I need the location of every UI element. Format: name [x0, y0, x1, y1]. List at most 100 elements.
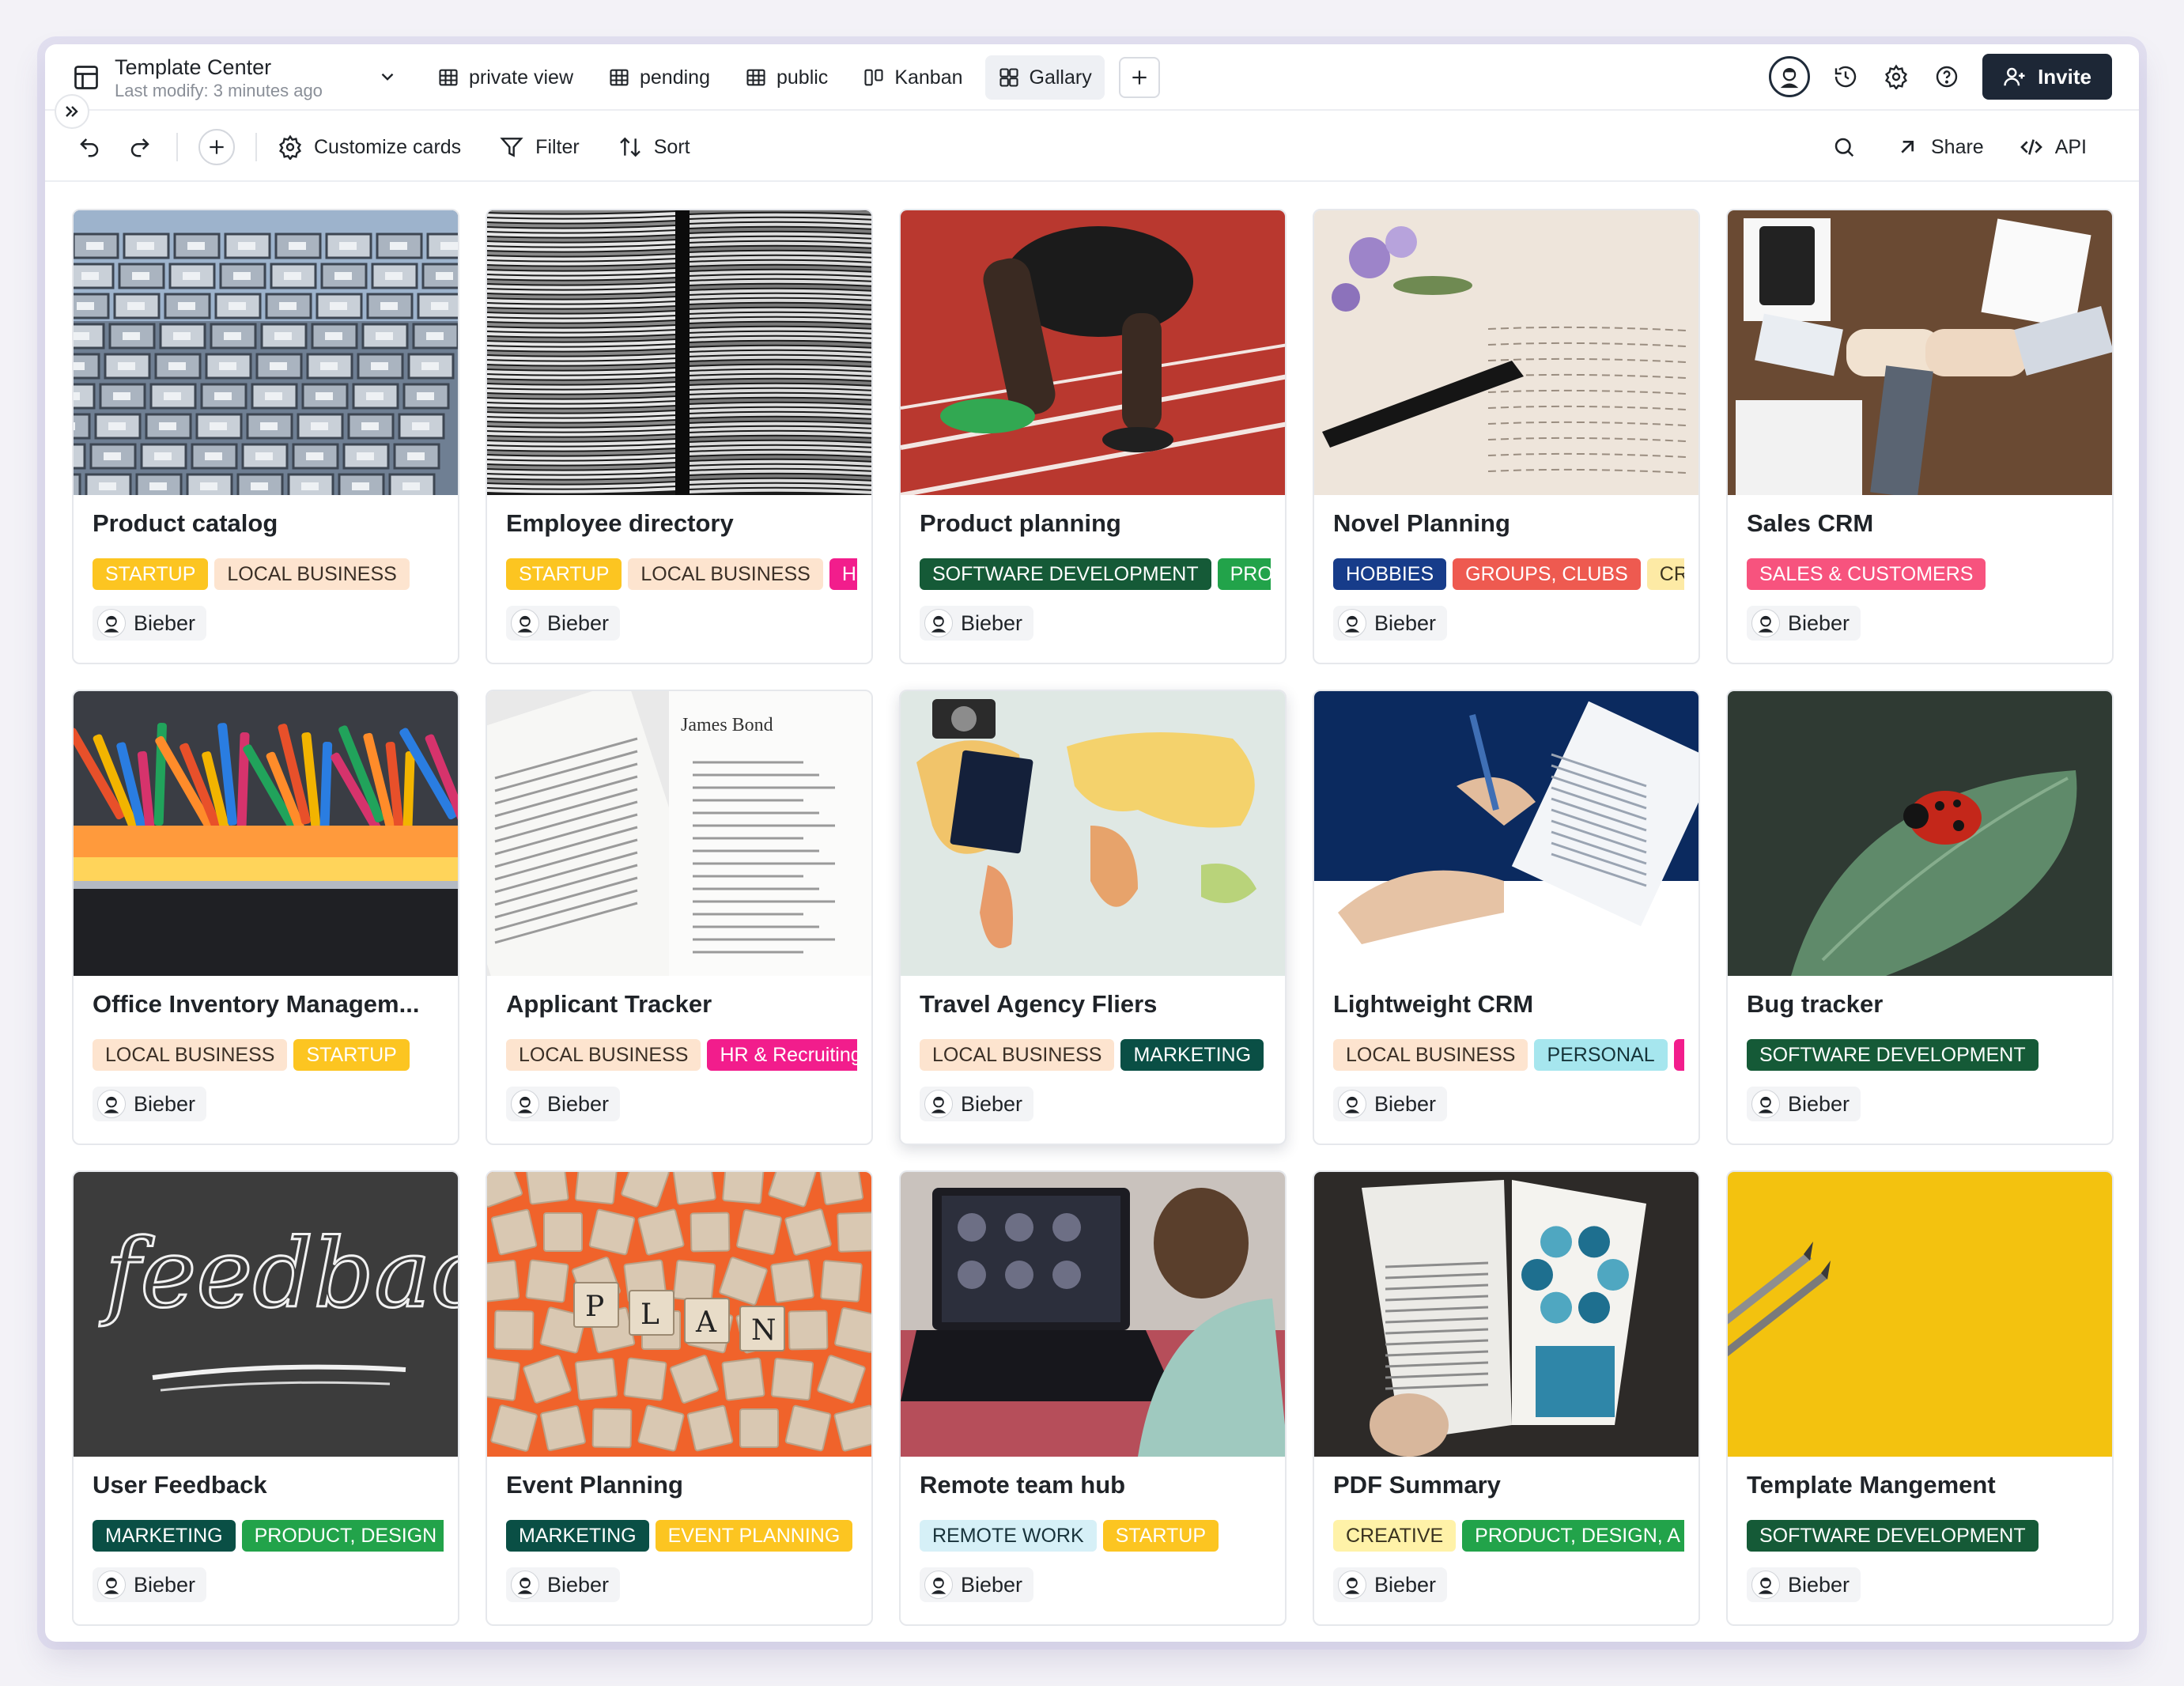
user-face-icon: [1758, 1096, 1774, 1113]
share-button[interactable]: Share: [1895, 134, 1984, 160]
owner-name: Bieber: [134, 1572, 196, 1597]
filter-button[interactable]: Filter: [499, 134, 580, 160]
chevron-down-icon[interactable]: [377, 66, 398, 87]
gallery-card[interactable]: James Bond Applicant Tracker LOCAL BUSINES…: [486, 690, 873, 1145]
owner-chip: Bieber: [1333, 1567, 1448, 1602]
card-tags: REMOTE WORK STARTUP: [920, 1520, 1271, 1552]
tag-badge: HOBBIES: [1333, 558, 1447, 590]
sort-button[interactable]: Sort: [618, 134, 690, 160]
tab-label: public: [776, 66, 829, 89]
tab-public[interactable]: public: [732, 55, 841, 100]
tag-badge: STARTUP: [506, 558, 622, 590]
avatar: [511, 1571, 539, 1599]
tab-gallery[interactable]: Gallary: [984, 55, 1105, 100]
user-face-icon: [1758, 1577, 1774, 1594]
owner-chip: Bieber: [93, 1087, 207, 1121]
tag-badge: PRODUCT, DESIGN: [241, 1520, 444, 1552]
gallery-card[interactable]: Lightweight CRM LOCAL BUSINESSPERSONALS Bi…: [1313, 690, 1700, 1145]
history-icon[interactable]: [1831, 62, 1861, 92]
owner-chip: Bieber: [1333, 606, 1448, 641]
filter-label: Filter: [535, 135, 580, 158]
card-title: Product catalog: [93, 509, 278, 537]
card-cover-image: PLAN: [487, 1172, 871, 1457]
owner-name: Bieber: [134, 611, 196, 635]
tag-badge: H: [829, 558, 857, 590]
gallery-card[interactable]: Product planning SOFTWARE DEVELOPMENT PRO B…: [899, 209, 1287, 664]
gallery-card[interactable]: Bug tracker SOFTWARE DEVELOPMENT Bieber: [1726, 690, 2114, 1145]
owner-chip: Bieber: [506, 1087, 621, 1121]
share-label: Share: [1930, 135, 1984, 158]
kanban-icon: [864, 69, 883, 86]
gallery-card[interactable]: Office Inventory Managem... LOCAL BUSINES…: [72, 690, 459, 1145]
add-record-button[interactable]: [198, 129, 235, 165]
tag-badge: MARKETING: [93, 1520, 236, 1552]
toolbar-right: Share API: [1828, 125, 2087, 169]
filter-icon: [500, 138, 523, 157]
tab-pending[interactable]: pending: [595, 55, 723, 100]
app-window: Template Center Last modify: 3 minutes a…: [45, 44, 2139, 1642]
tab-label: pending: [640, 66, 710, 89]
gallery-card[interactable]: feedback User Feedback MARKETINGPRODUCT, D…: [72, 1170, 459, 1626]
user-face-icon: [1780, 67, 1799, 89]
tag-badge: CREATIVE: [1333, 1520, 1457, 1552]
tab-label: Gallary: [1029, 66, 1092, 89]
add-view-button[interactable]: [1118, 57, 1160, 98]
api-button[interactable]: API: [2019, 134, 2087, 160]
avatar: [1751, 609, 1780, 637]
gallery-card[interactable]: PDF Summary CREATIVE PRODUCT, DESIGN, A Bie…: [1313, 1170, 1700, 1626]
gallery-card[interactable]: Travel Agency Fliers LOCAL BUSINESS MARKET…: [899, 690, 1287, 1145]
help-icon[interactable]: [1932, 62, 1962, 92]
tag-badge: LOCAL BUSINESS: [506, 1039, 701, 1071]
owner-chip: Bieber: [93, 606, 207, 641]
avatar: [1338, 1090, 1366, 1118]
tab-private-view[interactable]: private view: [425, 55, 586, 100]
gallery-card[interactable]: Employee directory STARTUP LOCAL BUSINESS H…: [486, 209, 873, 664]
grid-icon: [439, 69, 458, 86]
tag-badge: SOFTWARE DEVELOPMENT: [1747, 1039, 2039, 1071]
user-face-icon: [931, 1577, 947, 1594]
avatar[interactable]: [1769, 56, 1811, 97]
tag-badge: SOFTWARE DEVELOPMENT: [920, 558, 1211, 590]
avatar: [1751, 1090, 1780, 1118]
card-cover-image: [1314, 1172, 1698, 1457]
gallery-card[interactable]: Novel Planning HOBBIESGROUPS, CLUBSCR Bieb…: [1313, 209, 1700, 664]
gallery-card[interactable]: Remote team hub REMOTE WORK STARTUP Bieber: [899, 1170, 1287, 1626]
gear-icon[interactable]: [1881, 62, 1911, 92]
redo-icon[interactable]: [124, 131, 156, 163]
avatar: [97, 609, 126, 637]
gallery-card[interactable]: Product catalog STARTUP LOCAL BUSINESS Bieb…: [72, 209, 459, 664]
last-modified-text: Last modify: 3 minutes ago: [115, 81, 323, 100]
user-face-icon: [1758, 615, 1774, 633]
tab-label: Kanban: [894, 66, 963, 89]
owner-name: Bieber: [961, 1091, 1023, 1116]
invite-button[interactable]: Invite: [1982, 54, 2112, 100]
owner-name: Bieber: [1374, 1572, 1437, 1597]
card-title: Travel Agency Fliers: [920, 990, 1158, 1018]
divider: [176, 133, 178, 161]
customize-cards-button[interactable]: Customize cards: [278, 134, 461, 160]
card-title: Lightweight CRM: [1333, 990, 1534, 1018]
plus-icon: [1132, 70, 1147, 85]
base-title-block[interactable]: Template Center Last modify: 3 minutes a…: [115, 54, 323, 101]
tab-kanban[interactable]: Kanban: [850, 55, 975, 100]
card-title: PDF Summary: [1333, 1471, 1501, 1499]
invite-label: Invite: [2038, 64, 2091, 89]
owner-chip: Bieber: [1747, 1087, 1861, 1121]
owner-name: Bieber: [1788, 1572, 1850, 1597]
gallery-card[interactable]: Template Mangement SOFTWARE DEVELOPMENT Bi…: [1726, 1170, 2114, 1626]
card-title: Event Planning: [506, 1471, 683, 1499]
owner-name: Bieber: [547, 1572, 610, 1597]
card-tags: LOCAL BUSINESSPERSONALS: [1333, 1039, 1684, 1071]
undo-icon[interactable]: [74, 131, 105, 163]
tag-badge: STARTUP: [93, 558, 209, 590]
svg-text:P: P: [585, 1291, 604, 1323]
card-cover-image: feedback: [74, 1172, 458, 1457]
search-icon[interactable]: [1828, 131, 1860, 163]
top-bar: Template Center Last modify: 3 minutes a…: [45, 44, 2139, 111]
gallery-card[interactable]: P L A N Event Planning MARKETING EVENT PLANNIN…: [486, 1170, 873, 1626]
gallery-card[interactable]: Sales CRM SALES & CUSTOMERS Bieber: [1726, 209, 2114, 664]
base-title: Template Center: [115, 55, 272, 79]
owner-chip: Bieber: [506, 606, 621, 641]
tag-badge: PRODUCT, DESIGN, A: [1462, 1520, 1684, 1552]
user-face-icon: [1344, 1096, 1360, 1113]
